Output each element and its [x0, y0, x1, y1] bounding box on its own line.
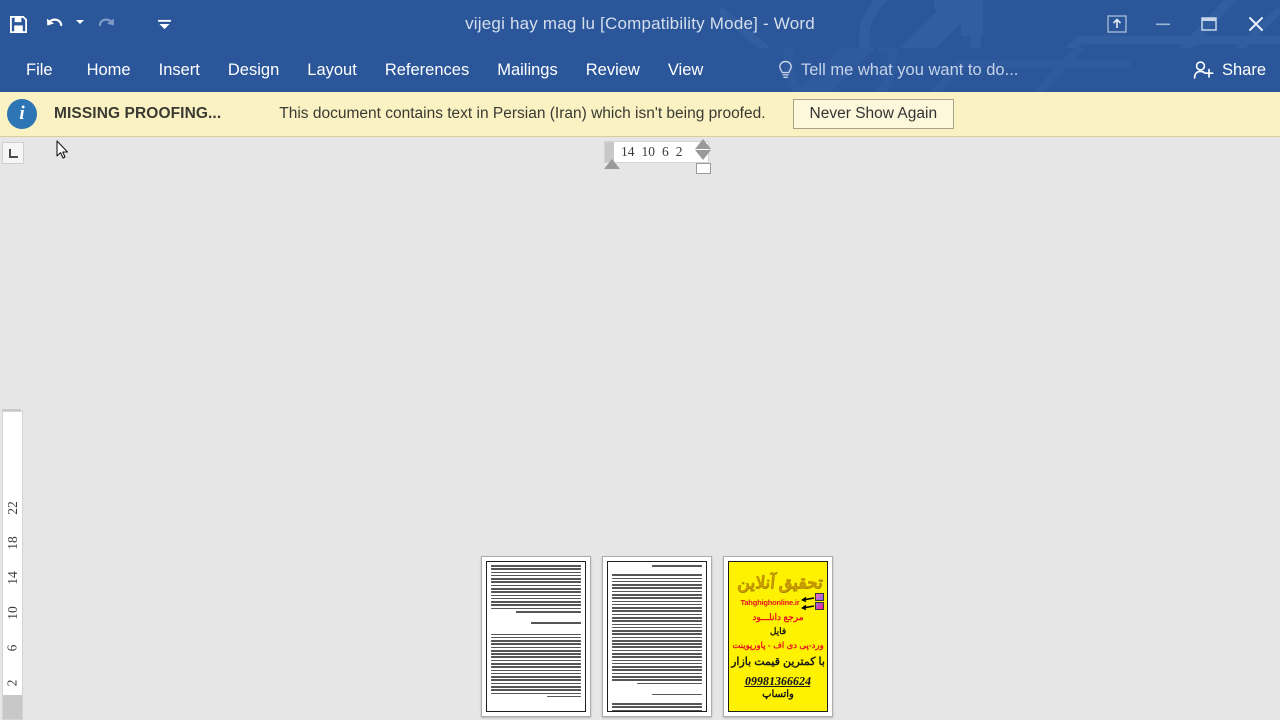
redo-button[interactable] [88, 5, 124, 43]
hruler-tick: 10 [641, 144, 656, 159]
page-1-content [486, 561, 586, 712]
notification-title: MISSING PROOFING... [54, 105, 222, 122]
page-1-paragraph-1 [487, 562, 585, 613]
document-page-2[interactable] [602, 556, 712, 717]
ribbon-tabs: File Home Insert Design Layout Reference… [0, 48, 717, 92]
undo-button[interactable] [36, 5, 72, 43]
page-2-content [607, 561, 707, 712]
vruler-tick: 2 [4, 679, 20, 687]
page-1-paragraph-2 [487, 631, 585, 698]
first-line-indent-marker[interactable] [604, 159, 620, 169]
ad-line-2: فایل [769, 626, 787, 636]
close-icon [1249, 17, 1263, 31]
document-page-1[interactable] [481, 556, 591, 717]
tab-insert[interactable]: Insert [145, 48, 214, 92]
tab-layout[interactable]: Layout [293, 48, 371, 92]
tab-mailings[interactable]: Mailings [483, 48, 572, 92]
close-button[interactable] [1232, 0, 1280, 48]
vertical-ruler[interactable]: 2 6 10 14 18 22 [2, 411, 23, 720]
arrow-left-icon [801, 596, 815, 611]
missing-proofing-notification-bar: i MISSING PROOFING... This document cont… [0, 92, 1280, 137]
undo-icon [46, 18, 62, 26]
vruler-tick: 10 [4, 606, 20, 620]
ad-whatsapp-label: واتساپ [762, 689, 794, 700]
share-person-icon [1193, 61, 1214, 79]
ad-thumbnail-2 [815, 602, 824, 610]
mouse-cursor [56, 140, 69, 159]
page-2-paragraph-2 [608, 700, 706, 711]
customize-quick-access-toolbar-button[interactable] [146, 5, 182, 43]
share-label: Share [1221, 60, 1266, 79]
share-button[interactable]: Share [1177, 48, 1280, 92]
hanging-indent-marker-top [695, 139, 711, 149]
ad-phone-number: 09981366624 [744, 674, 813, 688]
vruler-tick: 18 [4, 536, 20, 550]
save-icon [9, 15, 27, 33]
chevron-down-icon [76, 20, 84, 24]
vruler-tick: 14 [4, 571, 20, 585]
hanging-indent-marker-bottom [695, 150, 711, 160]
hruler-tick: 14 [621, 144, 635, 159]
ad-line-3: ورد-پی دی اف - پاورپوینت [732, 640, 824, 650]
ribbon-display-options-icon [1107, 15, 1127, 33]
minimize-icon [1156, 23, 1170, 26]
save-button[interactable] [0, 5, 36, 43]
overflow-chevron-icon [157, 19, 171, 29]
tell-me-search[interactable]: Tell me what you want to do... [778, 48, 1018, 92]
page-2-heading-2 [608, 691, 706, 696]
tab-view[interactable]: View [654, 48, 717, 92]
page-thumbnails: تحقیق آنلاین Tahghighonline.ir مرجع دانل… [481, 556, 833, 717]
lightbulb-icon [779, 60, 792, 78]
info-icon-glyph: i [19, 103, 25, 124]
info-icon: i [7, 99, 37, 129]
tell-me-placeholder: Tell me what you want to do... [801, 60, 1019, 79]
maximize-icon [1201, 17, 1217, 31]
ad-logo-text: تحقیق آنلاین [736, 573, 824, 592]
vruler-tick: 6 [4, 644, 20, 652]
tab-design[interactable]: Design [214, 48, 293, 92]
page-1-heading [487, 619, 585, 624]
maximize-button[interactable] [1186, 0, 1232, 48]
ribbon-tab-strip: File Home Insert Design Layout Reference… [0, 48, 1280, 92]
ad-line-1: مرجع دانلـــود [752, 612, 804, 622]
redo-icon [98, 18, 114, 26]
tab-stop-selector[interactable] [2, 142, 24, 164]
quick-access-toolbar [0, 0, 182, 48]
tab-references[interactable]: References [371, 48, 483, 92]
page-3-content: تحقیق آنلاین Tahghighonline.ir مرجع دانل… [728, 561, 828, 712]
document-title: vijegi hay mag lu [Compatibility Mode] -… [465, 14, 815, 33]
page-2-heading-1 [608, 562, 706, 567]
vruler-tick: 22 [4, 501, 20, 515]
undo-dropdown-button[interactable] [72, 5, 88, 43]
vertical-ruler-ticks: 2 6 10 14 18 22 [3, 412, 22, 719]
document-workspace: 14 10 6 2 2 2 6 10 14 18 22 [0, 137, 1280, 720]
document-page-3[interactable]: تحقیق آنلاین Tahghighonline.ir مرجع دانل… [723, 556, 833, 717]
minimize-button[interactable] [1140, 0, 1186, 48]
tab-home[interactable]: Home [73, 48, 145, 92]
ad-line-4: با کمترین قیمت بازار [731, 656, 825, 668]
left-indent-box-marker[interactable] [696, 163, 711, 174]
page-2-paragraph-1 [608, 571, 706, 685]
notification-message: This document contains text in Persian (… [279, 105, 766, 122]
window-controls [1094, 0, 1280, 48]
horizontal-ruler-ticks: 14 10 6 2 [614, 142, 708, 162]
tab-file[interactable]: File [0, 48, 73, 92]
ad-thumbnail-1 [815, 593, 824, 601]
right-indent-markers[interactable] [695, 139, 711, 163]
never-show-again-button[interactable]: Never Show Again [792, 99, 955, 129]
ad-website-url: Tahghighonline.ir [740, 598, 800, 607]
ribbon-display-options-button[interactable] [1094, 0, 1140, 48]
left-tab-stop-icon [8, 148, 18, 158]
hruler-tick: 6 [662, 144, 669, 159]
hruler-tick: 2 [675, 144, 683, 159]
tab-review[interactable]: Review [572, 48, 654, 92]
advertisement-banner: تحقیق آنلاین Tahghighonline.ir مرجع دانل… [729, 562, 827, 711]
word-application-window: vijegi hay mag lu [Compatibility Mode] -… [0, 0, 1280, 720]
ad-line-5: 09981366624 واتساپ [729, 674, 827, 700]
title-bar: vijegi hay mag lu [Compatibility Mode] -… [0, 0, 1280, 48]
